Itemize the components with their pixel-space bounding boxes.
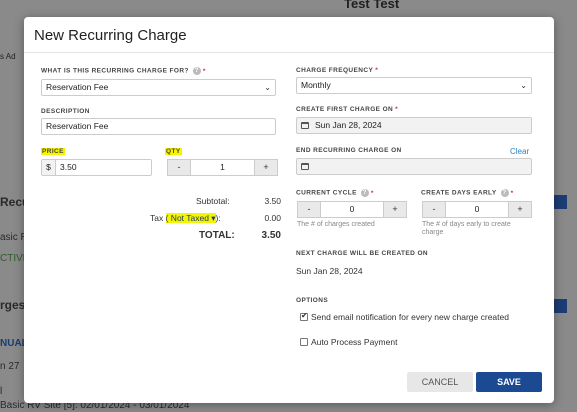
- bg-date: n 27: [0, 361, 20, 372]
- qty-label: Qty: [165, 148, 182, 155]
- clear-link[interactable]: Clear: [510, 147, 529, 156]
- frequency-label: Charge Frequency *: [296, 67, 378, 74]
- current-cycle-label-text: Current Cycle: [296, 189, 357, 197]
- charge-for-label-text: What is this recurring charge for?: [41, 67, 189, 75]
- first-charge-label: Create First Charge On *: [296, 106, 398, 113]
- tax-suffix: ):: [215, 213, 221, 223]
- tax-row: Tax ( Not Taxed ▾):: [150, 213, 221, 224]
- price-input[interactable]: $ 3.50: [41, 159, 152, 176]
- email-notification-checkbox[interactable]: [300, 311, 308, 321]
- frequency-select[interactable]: Monthly ⌄: [296, 77, 532, 94]
- days-early-label: Create Days Early? *: [421, 189, 514, 197]
- current-cycle-label: Current Cycle? *: [296, 189, 374, 197]
- help-icon[interactable]: ?: [500, 189, 509, 197]
- modal-title: New Recurring Charge: [34, 27, 187, 44]
- frequency-label-text: Charge Frequency: [296, 67, 374, 74]
- tax-select[interactable]: ( Not Taxed ▾: [165, 213, 216, 223]
- options-label: Options: [296, 297, 329, 304]
- days-early-hint: The # of days early to create charge: [422, 221, 511, 236]
- end-charge-date-input[interactable]: [296, 158, 532, 175]
- total-value: 3.50: [261, 230, 281, 241]
- required-marker: *: [375, 67, 379, 74]
- days-early-label-text: Create Days Early: [421, 189, 497, 197]
- description-label: Description: [41, 108, 90, 115]
- qty-value[interactable]: 1: [220, 162, 225, 172]
- cycle-decrement-button[interactable]: -: [297, 201, 321, 218]
- subtotal-label: Subtotal:: [196, 196, 230, 206]
- cycle-value[interactable]: 0: [350, 204, 355, 214]
- price-label-text: Price: [41, 148, 65, 155]
- required-marker: *: [370, 189, 374, 197]
- page-title: Test Test: [344, 0, 400, 11]
- days-decrement-button[interactable]: -: [422, 201, 446, 218]
- header-divider: [24, 52, 554, 53]
- next-charge-value: Sun Jan 28, 2024: [296, 266, 363, 276]
- total-label: TOTAL:: [199, 230, 235, 241]
- charge-for-label: What is this recurring charge for?? *: [41, 67, 206, 75]
- required-marker: *: [202, 67, 206, 75]
- frequency-value: Monthly: [301, 80, 331, 90]
- qty-increment-button[interactable]: +: [254, 159, 278, 176]
- subtotal-value: 3.50: [264, 196, 281, 206]
- calendar-icon: [301, 122, 309, 129]
- auto-process-checkbox[interactable]: [300, 338, 308, 346]
- days-early-value[interactable]: 0: [475, 204, 480, 214]
- qty-decrement-button[interactable]: -: [167, 159, 191, 176]
- days-increment-button[interactable]: +: [508, 201, 532, 218]
- qty-label-text: Qty: [165, 148, 182, 155]
- qty-stepper: - 1 +: [167, 159, 278, 176]
- recurring-charge-modal: New Recurring Charge What is this recurr…: [24, 17, 554, 403]
- days-early-stepper: - 0 +: [422, 201, 532, 218]
- chevron-down-icon: ⌄: [264, 83, 271, 92]
- auto-process-label: Auto Process Payment: [311, 337, 398, 347]
- first-charge-label-text: Create First Charge On: [296, 106, 394, 113]
- current-cycle-stepper: - 0 +: [297, 201, 407, 218]
- tax-label: Tax: [150, 213, 164, 223]
- page-tabs: s Ad: [0, 52, 16, 61]
- charge-for-value: Reservation Fee: [46, 82, 109, 92]
- first-charge-value: Sun Jan 28, 2024: [315, 120, 382, 130]
- cycle-increment-button[interactable]: +: [383, 201, 407, 218]
- calendar-icon: [301, 163, 309, 170]
- description-input[interactable]: Reservation Fee: [41, 118, 276, 135]
- dollar-prefix: $: [42, 160, 56, 175]
- price-label: Price: [41, 148, 65, 155]
- required-marker: *: [510, 189, 514, 197]
- tax-value: 0.00: [264, 213, 281, 223]
- cancel-button[interactable]: CANCEL: [407, 372, 473, 392]
- help-icon[interactable]: ?: [192, 67, 201, 75]
- bg-at: l: [0, 386, 3, 397]
- charge-for-select[interactable]: Reservation Fee ⌄: [41, 79, 276, 96]
- cycle-hint: The # of charges created: [297, 221, 375, 228]
- bg-section-charges: rges: [0, 298, 26, 312]
- email-notification-label: Send email notification for every new ch…: [311, 312, 509, 322]
- required-marker: *: [395, 106, 399, 113]
- end-charge-label: End Recurring Charge On: [296, 147, 402, 154]
- price-value: 3.50: [60, 162, 77, 172]
- chevron-down-icon: ⌄: [520, 81, 527, 90]
- first-charge-date-input[interactable]: Sun Jan 28, 2024: [296, 117, 532, 134]
- help-icon[interactable]: ?: [360, 189, 369, 197]
- next-charge-label: Next Charge Will Be Created On: [296, 250, 429, 257]
- save-button[interactable]: SAVE: [476, 372, 542, 392]
